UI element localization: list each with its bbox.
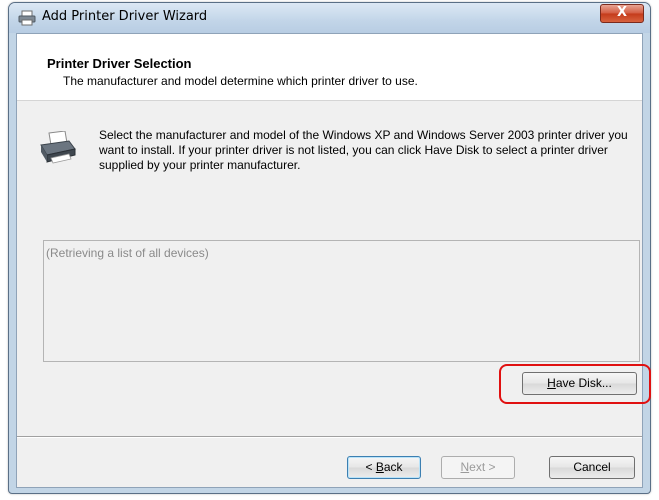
back-label: ack [383, 460, 403, 474]
next-mnemonic: N [460, 460, 470, 474]
printer-title-icon [18, 10, 36, 26]
wizard-header: Printer Driver Selection The manufacture… [17, 34, 642, 101]
footer-divider [17, 436, 642, 438]
back-button[interactable]: < Back [347, 456, 421, 479]
back-prefix: < [365, 460, 376, 474]
next-button[interactable]: Next > [441, 456, 515, 479]
page-subtitle: The manufacturer and model determine whi… [63, 74, 418, 88]
close-icon: X [616, 5, 628, 20]
highlight-annotation [499, 364, 651, 404]
wizard-window: Add Printer Driver Wizard X Printer Driv… [8, 2, 651, 494]
cancel-button[interactable]: Cancel [549, 456, 635, 479]
printer-icon [40, 131, 76, 164]
device-list-status: (Retrieving a list of all devices) [46, 246, 209, 260]
instructions-text: Select the manufacturer and model of the… [99, 128, 628, 172]
next-label: ext > [469, 460, 496, 474]
close-button[interactable]: X [600, 4, 644, 23]
device-list[interactable]: (Retrieving a list of all devices) [43, 240, 640, 362]
window-title: Add Printer Driver Wizard [42, 9, 208, 24]
back-mnemonic: B [375, 460, 384, 474]
title-bar[interactable]: Add Printer Driver Wizard X [9, 3, 650, 33]
wizard-body: Printer Driver Selection The manufacture… [16, 33, 651, 488]
page-title: Printer Driver Selection [47, 56, 192, 71]
